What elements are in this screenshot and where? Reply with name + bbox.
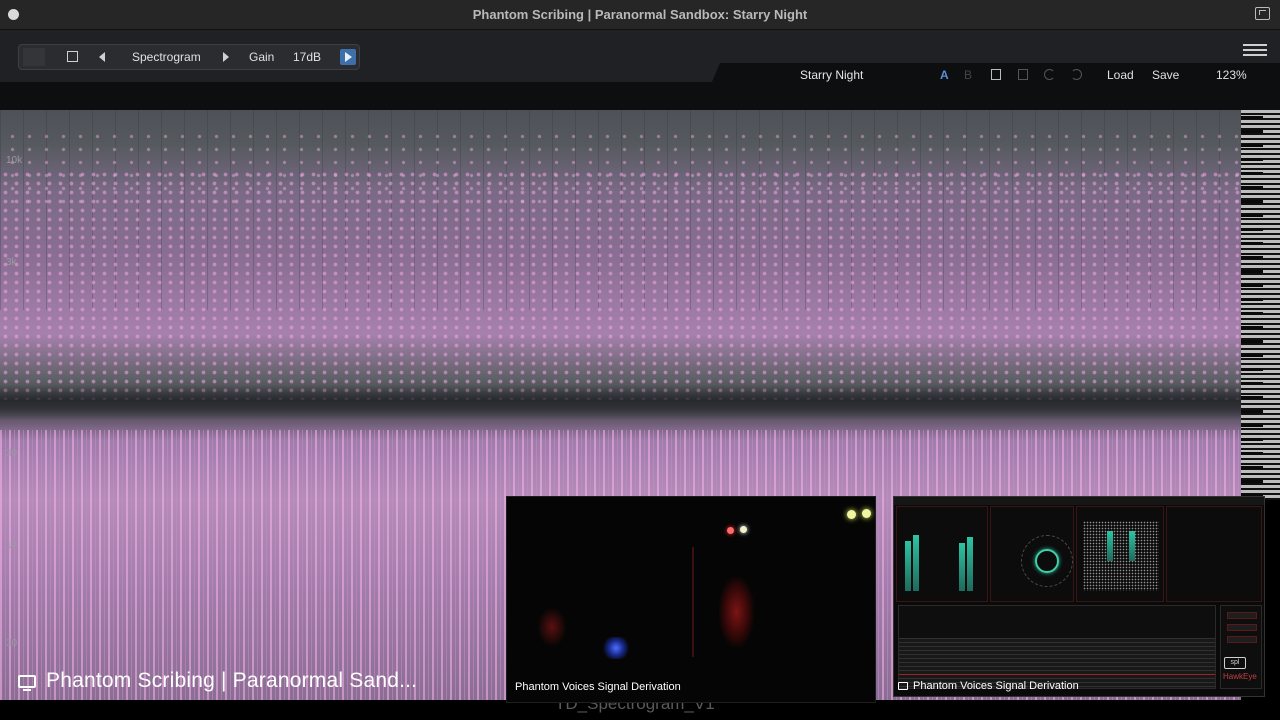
previous-view-icon[interactable]	[99, 52, 105, 62]
camera-feed: Phantom Voices Signal Derivation	[506, 496, 876, 703]
camera-light-yellow	[847, 510, 856, 519]
redo-icon[interactable]	[1071, 69, 1082, 80]
spl-logo: spl	[1224, 657, 1246, 669]
spectrogram-logo	[23, 48, 45, 66]
stream-caption-text: Phantom Scribing | Paranormal Sand...	[46, 669, 418, 692]
camera-caption: Phantom Voices Signal Derivation	[515, 681, 681, 693]
view-toolbar: Spectrogram Gain 17dB	[18, 44, 360, 70]
save-button[interactable]: Save	[1152, 68, 1179, 82]
monitor-icon	[898, 682, 908, 690]
copy-icon[interactable]	[991, 69, 1001, 80]
stereo-field-panel	[1076, 506, 1164, 602]
metering-overlay: spl HawkEye Phantom Voices Signal Deriva…	[893, 496, 1265, 697]
ab-a-button[interactable]: A	[940, 68, 949, 82]
correlation-scope-panel	[990, 506, 1074, 602]
header-right-panel	[700, 63, 1280, 110]
window-title: Phantom Scribing | Paranormal Sandbox: S…	[472, 7, 808, 22]
preset-name[interactable]: Starry Night	[800, 68, 863, 82]
next-view-icon[interactable]	[223, 52, 229, 62]
fullscreen-icon[interactable]	[1255, 7, 1270, 20]
ab-b-button[interactable]: B	[964, 68, 972, 82]
window-title-bar: Phantom Scribing | Paranormal Sandbox: S…	[0, 0, 1280, 30]
view-selector-label[interactable]: Spectrogram	[132, 50, 201, 64]
camera-light-yellow-2	[862, 509, 871, 518]
meter-caption-text: Phantom Voices Signal Derivation	[913, 680, 1079, 692]
freq-label-30-low: 30	[6, 638, 18, 649]
undo-icon[interactable]	[1044, 69, 1055, 80]
stream-caption: Phantom Scribing | Paranormal Sand...	[18, 667, 417, 695]
plugin-header: Spectrogram Gain 17dB Starry Night A B L…	[0, 30, 1280, 110]
freq-label-30: 30	[6, 448, 18, 459]
load-button[interactable]: Load	[1107, 68, 1134, 82]
monitor-icon	[18, 674, 36, 691]
zoom-level[interactable]: 123%	[1216, 68, 1247, 82]
paste-icon[interactable]	[1018, 69, 1028, 80]
freq-label-10: 10	[6, 540, 18, 551]
level-meter-panel	[896, 506, 988, 602]
gain-value[interactable]: 17dB	[293, 50, 321, 64]
freq-label-3k: 3k	[6, 257, 17, 268]
crop-icon[interactable]	[67, 51, 78, 62]
hamburger-menu-icon[interactable]	[1243, 44, 1267, 56]
piano-black-keys	[1241, 110, 1263, 500]
freq-label-10k: 10k	[6, 155, 23, 166]
camera-light-red	[727, 527, 734, 534]
camera-light-white	[740, 526, 747, 533]
gain-label: Gain	[249, 50, 275, 64]
vectorscope-panel	[1166, 506, 1262, 602]
spectrum-analyzer	[898, 605, 1216, 689]
meter-brand: HawkEye	[1223, 672, 1257, 681]
meter-caption: Phantom Voices Signal Derivation	[898, 680, 1079, 692]
play-button[interactable]	[340, 49, 356, 65]
